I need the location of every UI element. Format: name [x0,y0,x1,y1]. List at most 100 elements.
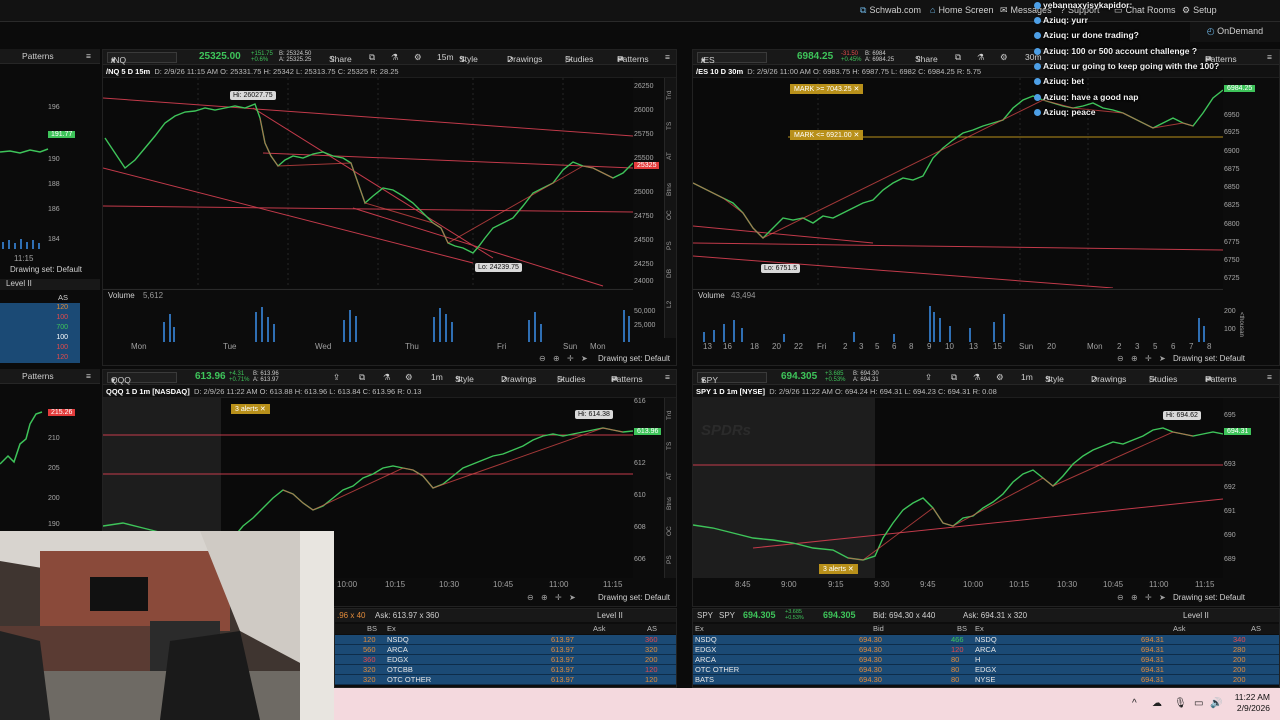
as-value: 100 [56,344,68,351]
share-icon[interactable]: ⇪ [925,372,932,383]
es-mark-alert-2[interactable]: MARK <= 6921.00 ✕ [790,130,864,140]
clone-icon[interactable]: ⧉ [955,52,961,63]
flask-icon[interactable]: ⚗ [383,372,391,383]
es-symbol-selector[interactable]: /ES ▾ [697,52,767,65]
clock-time: 11:22 AM [1234,692,1270,702]
menu-icon[interactable]: ≡ [86,371,91,381]
x-tick: 9:00 [781,580,797,589]
zoom-out-icon[interactable]: ⊖ [1117,593,1124,602]
side-tab[interactable]: Trd [666,410,673,420]
zoom-in-icon[interactable]: ⊕ [553,354,560,363]
x-tick: 10:15 [385,580,406,589]
flask-icon[interactable]: ⚗ [391,52,399,63]
monitor-icon[interactable]: ▭ [1194,698,1203,709]
table-row[interactable]: 320 OTCBB 613.97 120 [335,665,676,675]
share-icon[interactable]: ⇪ [333,372,340,383]
drawing-set-selector[interactable]: Drawing set: Default [598,593,670,602]
pointer-icon[interactable]: ➤ [1159,593,1166,602]
gear-icon[interactable]: ⚙ [1000,52,1008,63]
flask-icon[interactable]: ⚗ [973,372,981,383]
as-value: 100 [56,334,68,341]
zoom-out-icon[interactable]: ⊖ [1117,354,1124,363]
crosshair-icon[interactable]: ✛ [1145,593,1152,602]
zoom-in-icon[interactable]: ⊕ [541,593,548,602]
side-tab[interactable]: PS [666,241,673,250]
table-row[interactable]: NSDQ 694.30 466 NSDQ 694.31 340 [693,635,1279,645]
table-row[interactable]: BATS 694.30 80 NYSE 694.31 200 [693,675,1279,685]
interval-button[interactable]: 1m [431,372,443,382]
zoom-out-icon[interactable]: ⊖ [527,593,534,602]
close-icon[interactable]: ✕ [846,566,854,573]
drawing-set-selector[interactable]: Drawing set: Default [1173,354,1245,363]
side-tab[interactable]: Trd [666,90,673,100]
zoom-out-icon[interactable]: ⊖ [539,354,546,363]
taskbar-clock[interactable]: 11:22 AM 2/9/2026 [1235,692,1270,714]
side-tab[interactable]: Btns [666,497,673,510]
flask-icon[interactable]: ⚗ [977,52,985,63]
pointer-icon[interactable]: ➤ [1159,354,1166,363]
table-row[interactable]: 560 ARCA 613.97 320 [335,645,676,655]
drawing-set-selector[interactable]: Drawing set: Default [1173,593,1245,602]
close-icon[interactable]: ✕ [852,132,860,139]
side-tab[interactable]: Btns [666,183,673,196]
side-tab[interactable]: OC [666,526,673,536]
home-screen-button[interactable]: ⌂ Home Screen [930,5,993,15]
side-tab[interactable]: AT [666,152,673,160]
side-tab[interactable]: DB [666,269,673,278]
interval-button[interactable]: 1m [1021,372,1033,382]
table-row[interactable]: EDGX 694.30 120 ARCA 694.31 280 [693,645,1279,655]
qqq-alerts-badge[interactable]: 3 alerts ✕ [231,404,270,414]
table-row[interactable]: 320 OTC OTHER 613.97 120 [335,675,676,685]
side-tab[interactable]: AT [666,472,673,480]
y-tick: 205 [48,465,60,472]
side-tab[interactable]: TS [666,442,673,450]
menu-icon[interactable]: ≡ [86,51,91,61]
menu-icon[interactable]: ≡ [665,52,670,62]
chevron-up-icon[interactable]: ^ [1132,698,1137,709]
patterns-button[interactable]: Patterns [22,371,54,381]
menu-icon[interactable]: ≡ [1267,372,1272,382]
nq-symbol-selector[interactable]: /NQ ▾ [107,52,177,65]
clone-icon[interactable]: ⧉ [359,372,365,383]
close-icon[interactable]: ✕ [258,406,266,413]
close-icon[interactable]: ✕ [852,86,860,93]
clone-icon[interactable]: ⧉ [369,52,375,63]
crosshair-icon[interactable]: ✛ [555,593,562,602]
pointer-icon[interactable]: ➤ [581,354,588,363]
side-tab[interactable]: TS [666,122,673,130]
x-tick: 20 [1047,342,1056,351]
side-tab[interactable]: OC [666,210,673,220]
spy-symbol-selector[interactable]: SPY ▾ [697,372,767,385]
patterns-button[interactable]: Patterns [22,51,54,61]
menu-icon[interactable]: ≡ [665,372,670,382]
gear-icon[interactable]: ⚙ [996,372,1004,383]
microphone-icon[interactable]: 🎙 [1174,698,1187,709]
side-tab[interactable]: PS [666,555,673,564]
table-row[interactable]: 120 NSDQ 613.97 360 [335,635,676,645]
drawing-set-label[interactable]: Drawing set: Default [10,265,82,274]
side-tab[interactable]: L2 [666,301,673,308]
speaker-icon[interactable]: 🔊 [1210,698,1222,709]
qqq-symbol-selector[interactable]: QQQ ▾ [107,372,177,385]
table-row[interactable]: OTC OTHER 694.30 80 EDGX 694.31 200 [693,665,1279,675]
spy-alerts-badge[interactable]: 3 alerts ✕ [819,564,858,574]
menu-icon[interactable]: ≡ [1267,52,1272,62]
es-mark-alert-1[interactable]: MARK >= 7043.25 ✕ [790,84,864,94]
x-tick: Fri [497,342,507,351]
drawing-set-selector[interactable]: Drawing set: Default [598,354,670,363]
gear-icon[interactable]: ⚙ [405,372,413,383]
interval-button[interactable]: 15m [437,52,454,62]
table-row[interactable]: ARCA 694.30 80 H 694.31 200 [693,655,1279,665]
gear-icon[interactable]: ⚙ [414,52,422,63]
nq-chart-panel: /NQ ▾ 25325.00 +151.75 +0.6% B: 25324.50 A:… [102,49,677,366]
crosshair-icon[interactable]: ✛ [567,354,574,363]
table-row[interactable]: 360 EDGX 613.97 200 [335,655,676,665]
pointer-icon[interactable]: ➤ [569,593,576,602]
crosshair-icon[interactable]: ✛ [1145,354,1152,363]
zoom-in-icon[interactable]: ⊕ [1131,593,1138,602]
schwab-link[interactable]: ⧉ Schwab.com [860,5,921,16]
x-tick: 15 [993,342,1002,351]
cloud-icon[interactable]: ☁ [1152,698,1162,709]
zoom-in-icon[interactable]: ⊕ [1131,354,1138,363]
clone-icon[interactable]: ⧉ [951,372,957,383]
